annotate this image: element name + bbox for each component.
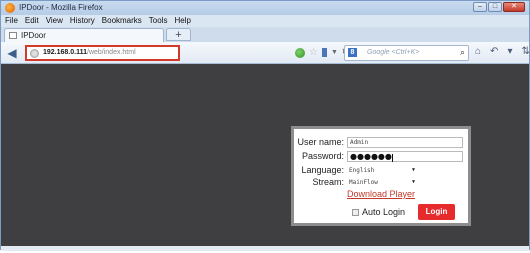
window-controls: – □ ✕ — [473, 2, 525, 12]
url-host: 192.168.0.111 — [43, 49, 87, 56]
stream-row: Stream: MainFlow ▼ — [294, 177, 468, 188]
page-content: User name: Admin Password: ●●●●●● Langua… — [1, 64, 529, 246]
menu-edit[interactable]: Edit — [25, 15, 39, 27]
toolbar-right: ⌂ ↶ ▾ ⇅ — [475, 46, 530, 58]
menu-tools[interactable]: Tools — [149, 15, 168, 27]
maximize-button[interactable]: □ — [488, 2, 502, 12]
go-icon[interactable] — [295, 47, 305, 58]
menu-bar: File Edit View History Bookmarks Tools H… — [1, 15, 529, 27]
browser-window: IPDoor - Mozilla Firefox – □ ✕ File Edit… — [0, 0, 530, 251]
password-label: Password: — [301, 151, 344, 161]
password-row: Password: ●●●●●● — [294, 151, 468, 162]
close-button[interactable]: ✕ — [503, 2, 525, 12]
menu-view[interactable]: View — [46, 15, 63, 27]
language-value: English — [349, 167, 375, 174]
password-mask: ●●●●●● — [350, 152, 392, 161]
download-player-link[interactable]: Download Player — [347, 189, 415, 200]
stream-select[interactable]: MainFlow ▼ — [347, 177, 417, 188]
search-engine-icon[interactable]: 8 — [348, 48, 357, 57]
url-text: 192.168.0.111/web/index.html — [43, 49, 136, 56]
menu-history[interactable]: History — [70, 15, 95, 27]
bookmark-star-icon[interactable]: ☆ — [309, 47, 318, 58]
home-icon[interactable]: ⌂ — [475, 46, 481, 58]
page-icon — [9, 32, 17, 39]
undo-icon[interactable]: ↶ — [490, 46, 498, 58]
navigation-bar: ◀ 192.168.0.111/web/index.html ☆ ▼ ↻ 8 G… — [1, 42, 530, 64]
chevron-down-icon[interactable]: ▼ — [331, 49, 338, 56]
username-label: User name: — [297, 137, 344, 147]
menu-help[interactable]: Help — [174, 15, 190, 27]
menu-file[interactable]: File — [5, 15, 18, 27]
menu-bookmarks[interactable]: Bookmarks — [102, 15, 142, 27]
language-row: Language: English ▼ — [294, 165, 468, 176]
language-select[interactable]: English ▼ — [347, 165, 417, 176]
search-box[interactable]: 8 Google <Ctrl+K> ⌕ — [344, 45, 469, 61]
tab-ipdoor[interactable]: IPDoor — [4, 28, 164, 42]
username-row: User name: Admin — [294, 137, 468, 148]
stream-value: MainFlow — [349, 179, 378, 186]
status-bar — [1, 246, 529, 251]
menu-chevron-icon[interactable]: ▾ — [507, 46, 512, 58]
address-actions: ☆ ▼ ↻ — [295, 47, 349, 58]
new-tab-button[interactable]: + — [166, 28, 191, 41]
language-label: Language: — [301, 165, 344, 175]
text-cursor — [391, 153, 393, 162]
login-actions: Auto Login Login — [294, 204, 468, 220]
auto-login-label: Auto Login — [362, 207, 406, 217]
url-path: /web/index.html — [87, 49, 136, 56]
password-field[interactable]: ●●●●●● — [347, 151, 463, 162]
tab-bar: IPDoor + — [1, 27, 529, 42]
dropdown-arrow-icon: ▼ — [411, 167, 415, 173]
title-bar: IPDoor - Mozilla Firefox – □ ✕ — [1, 1, 529, 15]
username-field[interactable]: Admin — [347, 137, 463, 148]
auto-login-checkbox[interactable] — [352, 209, 359, 216]
dropdown-arrow-icon: ▼ — [411, 179, 415, 185]
search-icon[interactable]: ⌕ — [460, 47, 465, 58]
bookmark-icon[interactable] — [321, 48, 327, 57]
minimize-button[interactable]: – — [473, 2, 487, 12]
window-title: IPDoor - Mozilla Firefox — [19, 3, 103, 12]
login-button[interactable]: Login — [418, 204, 455, 220]
site-identity-icon[interactable] — [30, 49, 39, 58]
search-placeholder: Google <Ctrl+K> — [367, 49, 420, 56]
stream-label: Stream: — [312, 177, 344, 187]
extension-icon[interactable]: ⇅ — [521, 46, 529, 58]
back-arrow-icon[interactable]: ◀ — [5, 46, 19, 60]
address-bar[interactable]: 192.168.0.111/web/index.html — [25, 45, 180, 61]
firefox-logo-icon — [5, 3, 15, 13]
tab-label: IPDoor — [21, 31, 46, 40]
login-dialog: User name: Admin Password: ●●●●●● Langua… — [291, 126, 471, 226]
login-form: User name: Admin Password: ●●●●●● Langua… — [294, 129, 468, 223]
download-row: Download Player — [294, 189, 468, 200]
